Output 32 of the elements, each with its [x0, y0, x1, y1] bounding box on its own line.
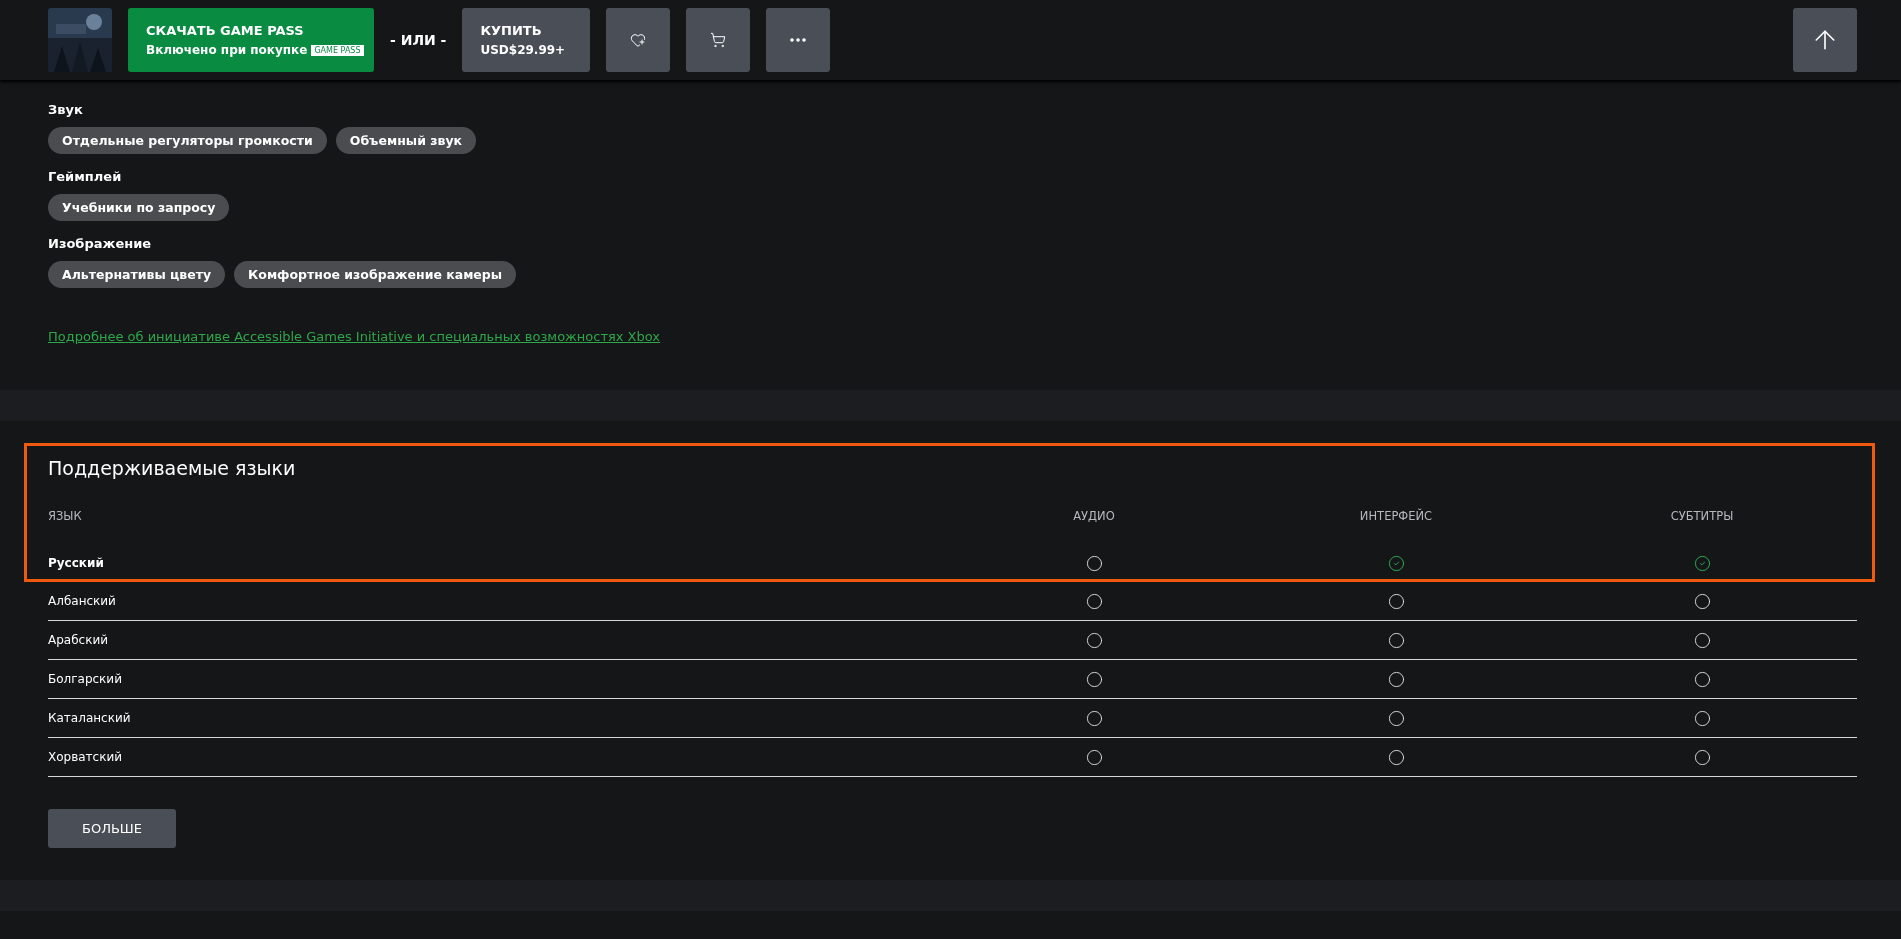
feature-tag: Комфортное изображение камеры [234, 261, 517, 288]
download-game-pass-button[interactable]: СКАЧАТЬ GAME PASS Включено при покупке GAME PASS [128, 8, 374, 72]
feature-tag: Альтернативы цвету [48, 261, 226, 288]
language-name: Каталанский [48, 711, 132, 725]
group-heading: Звук [48, 102, 84, 117]
language-name: Хорватский [48, 750, 124, 764]
feature-tag: Отдельные регуляторы громкости [48, 127, 327, 154]
feature-tag: Учебники по запросу [48, 194, 230, 221]
column-header: ИНТЕРФЕЙС [1359, 509, 1433, 523]
column-header: СУБТИТРЫ [1670, 509, 1734, 523]
language-name: Албанский [48, 594, 117, 608]
section-title: Поддерживаемые языки [48, 456, 297, 481]
cart-button[interactable] [686, 8, 751, 72]
game-pass-badge: GAME PASS [311, 44, 364, 56]
scroll-up-button[interactable] [1793, 8, 1857, 72]
language-name: Русский [48, 556, 105, 570]
feature-tag: Объемный звук [335, 127, 477, 154]
language-name: Болгарский [48, 672, 123, 686]
cart-icon [710, 32, 727, 48]
more-languages-button[interactable]: БОЛЬШЕ [48, 809, 176, 848]
group-heading: Изображение [48, 236, 153, 251]
heart-plus-icon [630, 32, 647, 48]
more-button[interactable] [766, 8, 831, 72]
group-heading: Геймплей [48, 169, 123, 184]
wishlist-button[interactable] [606, 8, 671, 72]
language-name: Арабский [48, 633, 110, 647]
more-icon [790, 38, 807, 42]
accessibility-link[interactable]: Подробнее об инициативе Accessible Games Initiative и специальных возможностях Xbox [48, 329, 661, 344]
or-separator: - ИЛИ - [390, 32, 447, 48]
buy-button[interactable]: КУПИТЬ USD$29.99+ [462, 8, 591, 72]
column-header: ЯЗЫК [48, 509, 82, 523]
column-header: АУДИО [1073, 509, 1115, 523]
